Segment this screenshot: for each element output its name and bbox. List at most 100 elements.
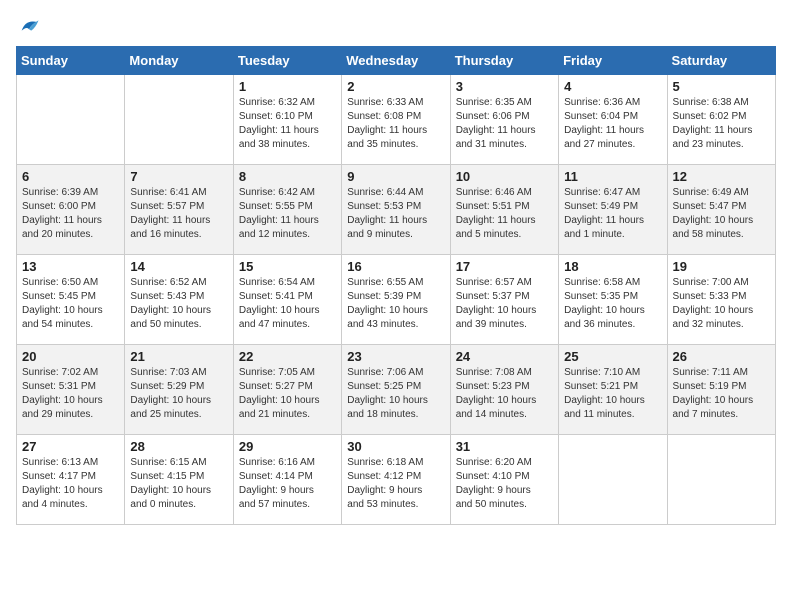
day-info: Sunrise: 6:41 AM Sunset: 5:57 PM Dayligh… xyxy=(130,186,227,242)
day-info: Sunrise: 6:20 AM Sunset: 4:10 PM Dayligh… xyxy=(456,456,553,512)
day-number: 31 xyxy=(456,439,553,454)
logo xyxy=(16,16,40,38)
calendar-cell: 18 Sunrise: 6:58 AM Sunset: 5:35 PM Dayli… xyxy=(559,255,667,345)
day-info: Sunrise: 6:32 AM Sunset: 6:10 PM Dayligh… xyxy=(239,96,336,152)
calendar-cell: 21 Sunrise: 7:03 AM Sunset: 5:29 PM Dayli… xyxy=(125,345,233,435)
day-info: Sunrise: 7:06 AM Sunset: 5:25 PM Dayligh… xyxy=(347,366,444,422)
day-info: Sunrise: 7:11 AM Sunset: 5:19 PM Dayligh… xyxy=(673,366,770,422)
calendar-cell: 19 Sunrise: 7:00 AM Sunset: 5:33 PM Dayli… xyxy=(667,255,775,345)
day-info: Sunrise: 6:58 AM Sunset: 5:35 PM Dayligh… xyxy=(564,276,661,332)
day-number: 14 xyxy=(130,259,227,274)
day-info: Sunrise: 6:50 AM Sunset: 5:45 PM Dayligh… xyxy=(22,276,119,332)
day-number: 2 xyxy=(347,79,444,94)
day-info: Sunrise: 7:10 AM Sunset: 5:21 PM Dayligh… xyxy=(564,366,661,422)
calendar-cell xyxy=(125,75,233,165)
weekday-header: Sunday xyxy=(17,47,125,75)
weekday-header: Saturday xyxy=(667,47,775,75)
day-number: 9 xyxy=(347,169,444,184)
calendar-week-row: 13 Sunrise: 6:50 AM Sunset: 5:45 PM Dayli… xyxy=(17,255,776,345)
day-info: Sunrise: 6:49 AM Sunset: 5:47 PM Dayligh… xyxy=(673,186,770,242)
calendar-cell: 10 Sunrise: 6:46 AM Sunset: 5:51 PM Dayli… xyxy=(450,165,558,255)
day-number: 16 xyxy=(347,259,444,274)
calendar-cell: 22Sunrise: 7:05 AM Sunset: 5:27 PM Dayli… xyxy=(233,345,341,435)
day-info: Sunrise: 6:47 AM Sunset: 5:49 PM Dayligh… xyxy=(564,186,661,242)
day-number: 27 xyxy=(22,439,119,454)
calendar-cell: 25 Sunrise: 7:10 AM Sunset: 5:21 PM Dayli… xyxy=(559,345,667,435)
calendar-cell: 24 Sunrise: 7:08 AM Sunset: 5:23 PM Dayli… xyxy=(450,345,558,435)
day-number: 18 xyxy=(564,259,661,274)
calendar-cell: 5 Sunrise: 6:38 AM Sunset: 6:02 PM Daylig… xyxy=(667,75,775,165)
day-number: 25 xyxy=(564,349,661,364)
day-number: 29 xyxy=(239,439,336,454)
day-number: 24 xyxy=(456,349,553,364)
weekday-header: Tuesday xyxy=(233,47,341,75)
day-info: Sunrise: 7:05 AM Sunset: 5:27 PM Dayligh… xyxy=(239,366,336,422)
calendar-week-row: 1 Sunrise: 6:32 AM Sunset: 6:10 PM Daylig… xyxy=(17,75,776,165)
calendar-cell: 20 Sunrise: 7:02 AM Sunset: 5:31 PM Dayli… xyxy=(17,345,125,435)
calendar-cell: 31 Sunrise: 6:20 AM Sunset: 4:10 PM Dayli… xyxy=(450,435,558,525)
day-info: Sunrise: 6:16 AM Sunset: 4:14 PM Dayligh… xyxy=(239,456,336,512)
calendar-cell: 9Sunrise: 6:44 AM Sunset: 5:53 PM Daylig… xyxy=(342,165,450,255)
calendar-week-row: 27 Sunrise: 6:13 AM Sunset: 4:17 PM Dayli… xyxy=(17,435,776,525)
day-info: Sunrise: 6:38 AM Sunset: 6:02 PM Dayligh… xyxy=(673,96,770,152)
weekday-header: Thursday xyxy=(450,47,558,75)
calendar-week-row: 6 Sunrise: 6:39 AM Sunset: 6:00 PM Daylig… xyxy=(17,165,776,255)
weekday-header: Monday xyxy=(125,47,233,75)
day-number: 7 xyxy=(130,169,227,184)
calendar-cell: 1 Sunrise: 6:32 AM Sunset: 6:10 PM Daylig… xyxy=(233,75,341,165)
day-number: 13 xyxy=(22,259,119,274)
day-number: 20 xyxy=(22,349,119,364)
day-number: 26 xyxy=(673,349,770,364)
calendar-cell xyxy=(559,435,667,525)
day-number: 19 xyxy=(673,259,770,274)
calendar-cell: 26 Sunrise: 7:11 AM Sunset: 5:19 PM Dayli… xyxy=(667,345,775,435)
day-number: 23 xyxy=(347,349,444,364)
day-info: Sunrise: 6:36 AM Sunset: 6:04 PM Dayligh… xyxy=(564,96,661,152)
day-info: Sunrise: 6:33 AM Sunset: 6:08 PM Dayligh… xyxy=(347,96,444,152)
calendar-header-row: SundayMondayTuesdayWednesdayThursdayFrid… xyxy=(17,47,776,75)
day-info: Sunrise: 6:18 AM Sunset: 4:12 PM Dayligh… xyxy=(347,456,444,512)
calendar-cell: 2 Sunrise: 6:33 AM Sunset: 6:08 PM Daylig… xyxy=(342,75,450,165)
day-number: 17 xyxy=(456,259,553,274)
day-number: 28 xyxy=(130,439,227,454)
day-number: 15 xyxy=(239,259,336,274)
day-number: 1 xyxy=(239,79,336,94)
calendar-cell: 30 Sunrise: 6:18 AM Sunset: 4:12 PM Dayli… xyxy=(342,435,450,525)
weekday-header: Friday xyxy=(559,47,667,75)
day-number: 12 xyxy=(673,169,770,184)
day-info: Sunrise: 6:13 AM Sunset: 4:17 PM Dayligh… xyxy=(22,456,119,512)
header xyxy=(16,16,776,38)
calendar-cell: 17 Sunrise: 6:57 AM Sunset: 5:37 PM Dayli… xyxy=(450,255,558,345)
calendar-cell: 23 Sunrise: 7:06 AM Sunset: 5:25 PM Dayli… xyxy=(342,345,450,435)
calendar-cell: 3Sunrise: 6:35 AM Sunset: 6:06 PM Daylig… xyxy=(450,75,558,165)
day-number: 30 xyxy=(347,439,444,454)
logo-bird-icon xyxy=(18,16,40,38)
day-info: Sunrise: 6:57 AM Sunset: 5:37 PM Dayligh… xyxy=(456,276,553,332)
day-number: 3 xyxy=(456,79,553,94)
calendar-cell: 15 Sunrise: 6:54 AM Sunset: 5:41 PM Dayli… xyxy=(233,255,341,345)
calendar-cell: 27 Sunrise: 6:13 AM Sunset: 4:17 PM Dayli… xyxy=(17,435,125,525)
calendar-cell: 29 Sunrise: 6:16 AM Sunset: 4:14 PM Dayli… xyxy=(233,435,341,525)
weekday-header: Wednesday xyxy=(342,47,450,75)
day-number: 6 xyxy=(22,169,119,184)
calendar-cell: 6 Sunrise: 6:39 AM Sunset: 6:00 PM Daylig… xyxy=(17,165,125,255)
calendar-cell: 16Sunrise: 6:55 AM Sunset: 5:39 PM Dayli… xyxy=(342,255,450,345)
day-number: 21 xyxy=(130,349,227,364)
day-info: Sunrise: 7:03 AM Sunset: 5:29 PM Dayligh… xyxy=(130,366,227,422)
day-info: Sunrise: 6:15 AM Sunset: 4:15 PM Dayligh… xyxy=(130,456,227,512)
day-info: Sunrise: 7:02 AM Sunset: 5:31 PM Dayligh… xyxy=(22,366,119,422)
day-number: 5 xyxy=(673,79,770,94)
day-info: Sunrise: 6:39 AM Sunset: 6:00 PM Dayligh… xyxy=(22,186,119,242)
calendar-cell: 8Sunrise: 6:42 AM Sunset: 5:55 PM Daylig… xyxy=(233,165,341,255)
calendar-cell: 28 Sunrise: 6:15 AM Sunset: 4:15 PM Dayli… xyxy=(125,435,233,525)
calendar-cell: 11Sunrise: 6:47 AM Sunset: 5:49 PM Dayli… xyxy=(559,165,667,255)
calendar-cell: 13 Sunrise: 6:50 AM Sunset: 5:45 PM Dayli… xyxy=(17,255,125,345)
day-info: Sunrise: 7:00 AM Sunset: 5:33 PM Dayligh… xyxy=(673,276,770,332)
day-number: 10 xyxy=(456,169,553,184)
day-info: Sunrise: 6:46 AM Sunset: 5:51 PM Dayligh… xyxy=(456,186,553,242)
calendar-cell: 4Sunrise: 6:36 AM Sunset: 6:04 PM Daylig… xyxy=(559,75,667,165)
day-info: Sunrise: 6:54 AM Sunset: 5:41 PM Dayligh… xyxy=(239,276,336,332)
calendar-cell xyxy=(17,75,125,165)
calendar-week-row: 20 Sunrise: 7:02 AM Sunset: 5:31 PM Dayli… xyxy=(17,345,776,435)
day-info: Sunrise: 7:08 AM Sunset: 5:23 PM Dayligh… xyxy=(456,366,553,422)
